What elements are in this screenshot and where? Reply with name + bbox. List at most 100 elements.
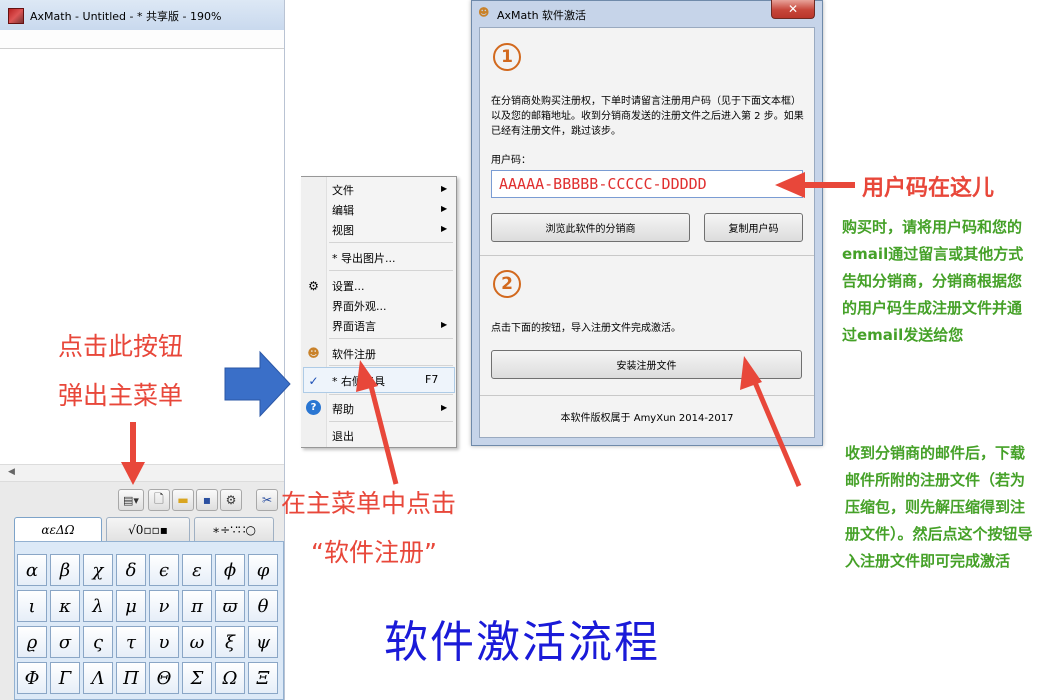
symbol-button[interactable]: ε: [182, 554, 212, 586]
annotation-menu-click-line-2: “软件注册”: [311, 538, 437, 567]
save-button[interactable]: ▪: [196, 489, 218, 511]
symbol-button[interactable]: ι: [17, 590, 47, 622]
symbol-button[interactable]: θ: [248, 590, 278, 622]
symbol-button[interactable]: κ: [50, 590, 80, 622]
submenu-arrow-icon: ▶: [441, 320, 448, 329]
settings-button[interactable]: ⚙: [220, 489, 242, 511]
menu-separator: [329, 394, 453, 395]
symbol-button[interactable]: Θ: [149, 662, 179, 694]
submenu-arrow-icon: ▶: [441, 184, 448, 193]
menu-item-help[interactable]: 帮助: [332, 401, 354, 417]
new-file-icon: 🗋: [154, 491, 164, 506]
footer-divider: [480, 395, 814, 396]
symbol-button[interactable]: ξ: [215, 626, 245, 658]
symbol-button[interactable]: λ: [83, 590, 113, 622]
symbol-button[interactable]: χ: [83, 554, 113, 586]
symbol-button[interactable]: Ω: [215, 662, 245, 694]
activation-app-icon: ☻: [478, 6, 490, 19]
symbol-button[interactable]: ϕ: [215, 554, 245, 586]
tab-radicals[interactable]: √0▫▫▪: [106, 517, 190, 541]
symbol-button[interactable]: α: [17, 554, 47, 586]
annotation-menu-click-line-1: 在主菜单中点击: [281, 489, 457, 518]
submenu-arrow-icon: ▶: [441, 204, 448, 213]
menu-separator: [329, 365, 453, 366]
main-menu-button[interactable]: ▤▾: [118, 489, 144, 511]
copyright-text: 本软件版权属于 AmyXun 2014-2017: [560, 413, 734, 424]
step-1-description: 在分销商处购买注册权，下单时请留言注册用户码（见于下面文本框）以及您的邮箱地址。…: [491, 96, 804, 137]
horizontal-scrollbar[interactable]: ◀: [0, 464, 284, 482]
submenu-arrow-icon: ▶: [441, 403, 448, 412]
symbol-button[interactable]: φ: [248, 554, 278, 586]
symbol-button[interactable]: ψ: [248, 626, 278, 658]
menu-item-edit[interactable]: 编辑: [332, 202, 354, 218]
new-file-button[interactable]: 🗋: [148, 489, 170, 511]
symbol-button[interactable]: ϱ: [17, 626, 47, 658]
menu-item-exit[interactable]: 退出: [332, 428, 354, 444]
menu-separator: [329, 242, 453, 243]
symbol-button[interactable]: ν: [149, 590, 179, 622]
symbol-button[interactable]: μ: [116, 590, 146, 622]
symbol-button[interactable]: Γ: [50, 662, 80, 694]
symbol-button[interactable]: ϵ: [149, 554, 179, 586]
users-icon: ☻: [307, 345, 320, 360]
symbol-button[interactable]: τ: [116, 626, 146, 658]
user-code-field[interactable]: AAAAA-BBBBB-CCCCC-DDDDD: [491, 170, 803, 198]
menu-item-file[interactable]: 文件: [332, 182, 354, 198]
menu-separator: [329, 338, 453, 339]
symbol-button[interactable]: π: [182, 590, 212, 622]
annotation-user-code-here: 用户码在这儿: [862, 176, 995, 201]
step-divider: [480, 255, 814, 256]
flow-title: 软件激活流程: [384, 617, 660, 668]
symbol-button[interactable]: ς: [83, 626, 113, 658]
menu-item-view[interactable]: 视图: [332, 222, 354, 238]
symbol-button[interactable]: β: [50, 554, 80, 586]
tab-greek-letters[interactable]: αεΔΩ: [14, 517, 102, 541]
menu-item-export-image[interactable]: * 导出图片...: [332, 250, 396, 266]
copy-user-code-button[interactable]: 复制用户码: [704, 213, 803, 242]
symbol-button[interactable]: σ: [50, 626, 80, 658]
scissors-icon: ✂: [261, 493, 273, 507]
symbol-button[interactable]: ϖ: [215, 590, 245, 622]
checkmark-icon: ✓: [308, 373, 319, 388]
scroll-left-arrow-icon[interactable]: ◀: [8, 467, 15, 477]
symbol-button[interactable]: Φ: [17, 662, 47, 694]
close-icon: ✕: [787, 2, 799, 16]
install-license-button[interactable]: 安装注册文件: [491, 350, 802, 379]
annotation-click-button-line-2: 弹出主菜单: [58, 381, 184, 410]
annotation-click-button-line-1: 点击此按钮: [58, 332, 184, 361]
symbol-button[interactable]: υ: [149, 626, 179, 658]
step-2-badge: 2: [493, 270, 521, 298]
symbol-button[interactable]: Ξ: [248, 662, 278, 694]
cut-button[interactable]: ✂: [256, 489, 278, 511]
menu-separator: [329, 421, 453, 422]
tab-operators[interactable]: ∗÷∵∷○: [194, 517, 274, 541]
browse-dealers-button[interactable]: 浏览此软件的分销商: [491, 213, 690, 242]
menu-icon: ▤▾: [123, 493, 139, 507]
save-icon: ▪: [202, 493, 212, 507]
menu-item-appearance[interactable]: 界面外观...: [332, 298, 387, 314]
gear-icon: ⚙: [225, 493, 237, 507]
symbol-button[interactable]: ω: [182, 626, 212, 658]
submenu-arrow-icon: ▶: [441, 224, 448, 233]
folder-icon: ▬: [177, 493, 189, 507]
symbol-button[interactable]: Σ: [182, 662, 212, 694]
help-icon: ?: [306, 400, 321, 415]
step-2-description: 点击下面的按钮，导入注册文件完成激活。: [491, 323, 681, 334]
menu-item-settings[interactable]: 设置...: [332, 278, 365, 294]
axmath-window-title: AxMath - Untitled - * 共享版 - 190%: [30, 10, 222, 23]
close-button[interactable]: ✕: [771, 0, 815, 19]
axmath-app-icon: [8, 8, 24, 24]
annotation-purchase-note: 购买时，请将用户码和您的email通过留言或其他方式告知分销商，分销商根据您的用…: [842, 218, 1024, 344]
open-file-button[interactable]: ▬: [172, 489, 194, 511]
menu-item-software-register[interactable]: 软件注册: [332, 346, 376, 362]
menu-item-language[interactable]: 界面语言: [332, 318, 376, 334]
menu-separator: [329, 270, 453, 271]
menu-item-right-tools[interactable]: * 右侧工具: [332, 373, 385, 389]
axmath-ruler: [0, 30, 284, 49]
annotation-receive-note: 收到分销商的邮件后，下载邮件所附的注册文件（若为压缩包，则先解压缩得到注册文件）…: [845, 444, 1033, 570]
symbol-button[interactable]: Π: [116, 662, 146, 694]
symbol-button[interactable]: δ: [116, 554, 146, 586]
symbol-button[interactable]: Λ: [83, 662, 113, 694]
dialog-title: AxMath 软件激活: [497, 9, 587, 22]
gear-icon: ⚙: [308, 278, 319, 293]
